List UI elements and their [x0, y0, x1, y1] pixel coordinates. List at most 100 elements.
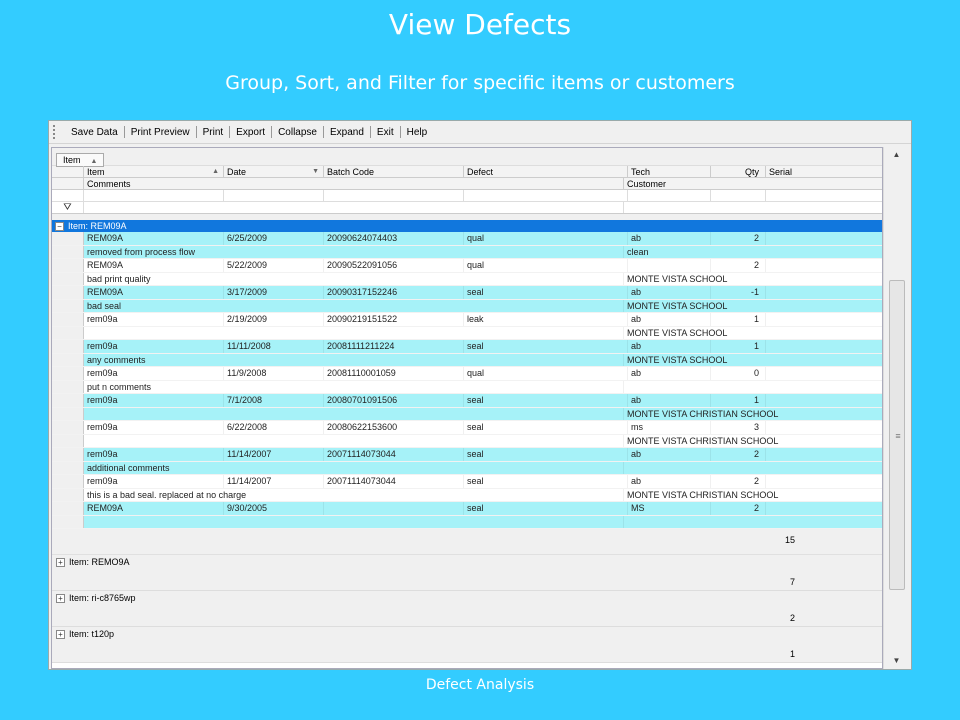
cell-batch-code[interactable]: 20081111211224: [324, 340, 464, 353]
table-row[interactable]: REM09A 9/30/2005 seal MS 2: [52, 502, 882, 529]
cell-batch-code[interactable]: 20071114073044: [324, 475, 464, 488]
cell-defect[interactable]: qual: [464, 367, 628, 380]
cell-customer[interactable]: MONTE VISTA SCHOOL: [624, 299, 882, 312]
cell-customer[interactable]: MONTE VISTA SCHOOL: [624, 353, 882, 366]
cell-comments[interactable]: bad print quality: [84, 272, 624, 285]
collapse-toggle-icon[interactable]: −: [55, 221, 64, 231]
cell-customer[interactable]: [624, 461, 882, 474]
cell-defect[interactable]: qual: [464, 259, 628, 272]
cell-serial[interactable]: [766, 232, 882, 245]
cell-date[interactable]: 7/1/2008: [224, 394, 324, 407]
table-row[interactable]: REM09A 5/22/2009 20090522091056 qual 2 bad pr…: [52, 259, 882, 286]
cell-date[interactable]: 6/25/2009: [224, 232, 324, 245]
cell-item[interactable]: REM09A: [84, 232, 224, 245]
column-header-item[interactable]: Item ▲: [84, 166, 224, 177]
cell-serial[interactable]: [766, 448, 882, 461]
expand-toggle-icon[interactable]: +: [56, 629, 65, 639]
cell-qty[interactable]: 1: [711, 340, 766, 353]
cell-comments[interactable]: this is a bad seal. replaced at no charg…: [84, 488, 624, 501]
print-preview-button[interactable]: Print Preview: [125, 127, 196, 138]
column-header-tech[interactable]: Tech: [628, 166, 711, 177]
cell-comments[interactable]: bad seal: [84, 299, 624, 312]
expand-toggle-icon[interactable]: +: [56, 593, 65, 603]
cell-qty[interactable]: -1: [711, 286, 766, 299]
cell-batch-code[interactable]: 20081110001059: [324, 367, 464, 380]
toolbar-grip-icon[interactable]: [53, 125, 59, 139]
cell-serial[interactable]: [766, 286, 882, 299]
cell-qty[interactable]: 1: [711, 394, 766, 407]
filter-cell-comments[interactable]: [84, 202, 624, 213]
column-header-batch-code[interactable]: Batch Code: [324, 166, 464, 177]
cell-defect[interactable]: seal: [464, 286, 628, 299]
cell-serial[interactable]: [766, 259, 882, 272]
cell-comments[interactable]: [84, 515, 624, 528]
funnel-icon[interactable]: ⛛: [52, 202, 84, 213]
column-header-comments[interactable]: Comments: [84, 178, 624, 189]
cell-item[interactable]: rem09a: [84, 367, 224, 380]
filter-cell-item[interactable]: [84, 190, 224, 201]
cell-qty[interactable]: 3: [711, 421, 766, 434]
cell-defect[interactable]: seal: [464, 340, 628, 353]
group-header-remo9a[interactable]: + Item: REMO9A 7: [52, 555, 882, 591]
cell-customer[interactable]: MONTE VISTA CHRISTIAN SCHOOL: [624, 407, 882, 420]
cell-defect[interactable]: leak: [464, 313, 628, 326]
cell-tech[interactable]: ab: [628, 286, 711, 299]
cell-date[interactable]: 11/11/2008: [224, 340, 324, 353]
column-header-customer[interactable]: Customer: [624, 178, 882, 189]
cell-comments[interactable]: [84, 434, 624, 447]
cell-customer[interactable]: MONTE VISTA CHRISTIAN SCHOOL: [624, 488, 882, 501]
filter-cell-qty[interactable]: [711, 190, 766, 201]
cell-qty[interactable]: 2: [711, 259, 766, 272]
cell-customer[interactable]: MONTE VISTA SCHOOL: [624, 272, 882, 285]
cell-batch-code[interactable]: [324, 502, 464, 515]
cell-batch-code[interactable]: 20090317152246: [324, 286, 464, 299]
help-button[interactable]: Help: [401, 127, 434, 138]
table-row[interactable]: rem09a 11/14/2007 20071114073044 seal ab 2 thi…: [52, 475, 882, 502]
print-button[interactable]: Print: [197, 127, 230, 138]
cell-date[interactable]: 11/14/2007: [224, 475, 324, 488]
cell-comments[interactable]: [84, 407, 624, 420]
cell-defect[interactable]: qual: [464, 232, 628, 245]
column-header-qty[interactable]: Qty: [711, 166, 766, 177]
export-button[interactable]: Export: [230, 127, 271, 138]
column-header-defect[interactable]: Defect: [464, 166, 628, 177]
cell-item[interactable]: rem09a: [84, 340, 224, 353]
expand-toggle-icon[interactable]: +: [56, 557, 65, 567]
cell-customer[interactable]: clean: [624, 245, 882, 258]
cell-tech[interactable]: ab: [628, 232, 711, 245]
table-row[interactable]: rem09a 11/9/2008 20081110001059 qual ab 0 put …: [52, 367, 882, 394]
group-header-rem09a[interactable]: − Item: REM09A: [52, 220, 882, 232]
table-row[interactable]: rem09a 6/22/2008 20080622153600 seal ms 3 MONT…: [52, 421, 882, 448]
cell-date[interactable]: 3/17/2009: [224, 286, 324, 299]
cell-defect[interactable]: seal: [464, 394, 628, 407]
cell-item[interactable]: rem09a: [84, 313, 224, 326]
cell-serial[interactable]: [766, 394, 882, 407]
cell-item[interactable]: rem09a: [84, 475, 224, 488]
cell-customer[interactable]: [624, 515, 882, 528]
cell-defect[interactable]: seal: [464, 448, 628, 461]
cell-comments[interactable]: additional comments: [84, 461, 624, 474]
filter-cell-defect[interactable]: [464, 190, 628, 201]
cell-date[interactable]: 5/22/2009: [224, 259, 324, 272]
cell-comments[interactable]: [84, 326, 624, 339]
cell-serial[interactable]: [766, 475, 882, 488]
collapse-button[interactable]: Collapse: [272, 127, 323, 138]
column-header-serial[interactable]: Serial: [766, 166, 882, 177]
cell-qty[interactable]: 2: [711, 448, 766, 461]
scrollbar-thumb[interactable]: ≡: [889, 280, 905, 590]
cell-date[interactable]: 11/9/2008: [224, 367, 324, 380]
cell-batch-code[interactable]: 20080701091506: [324, 394, 464, 407]
cell-item[interactable]: rem09a: [84, 394, 224, 407]
scroll-up-icon[interactable]: ▲: [884, 147, 909, 163]
cell-tech[interactable]: ab: [628, 340, 711, 353]
cell-serial[interactable]: [766, 340, 882, 353]
cell-serial[interactable]: [766, 367, 882, 380]
cell-customer[interactable]: MONTE VISTA SCHOOL: [624, 326, 882, 339]
cell-qty[interactable]: 0: [711, 367, 766, 380]
vertical-scrollbar[interactable]: ▲ ≡ ▼: [883, 147, 909, 669]
cell-tech[interactable]: ab: [628, 475, 711, 488]
cell-date[interactable]: 9/30/2005: [224, 502, 324, 515]
cell-tech[interactable]: ab: [628, 313, 711, 326]
cell-defect[interactable]: seal: [464, 421, 628, 434]
cell-customer[interactable]: [624, 380, 882, 393]
